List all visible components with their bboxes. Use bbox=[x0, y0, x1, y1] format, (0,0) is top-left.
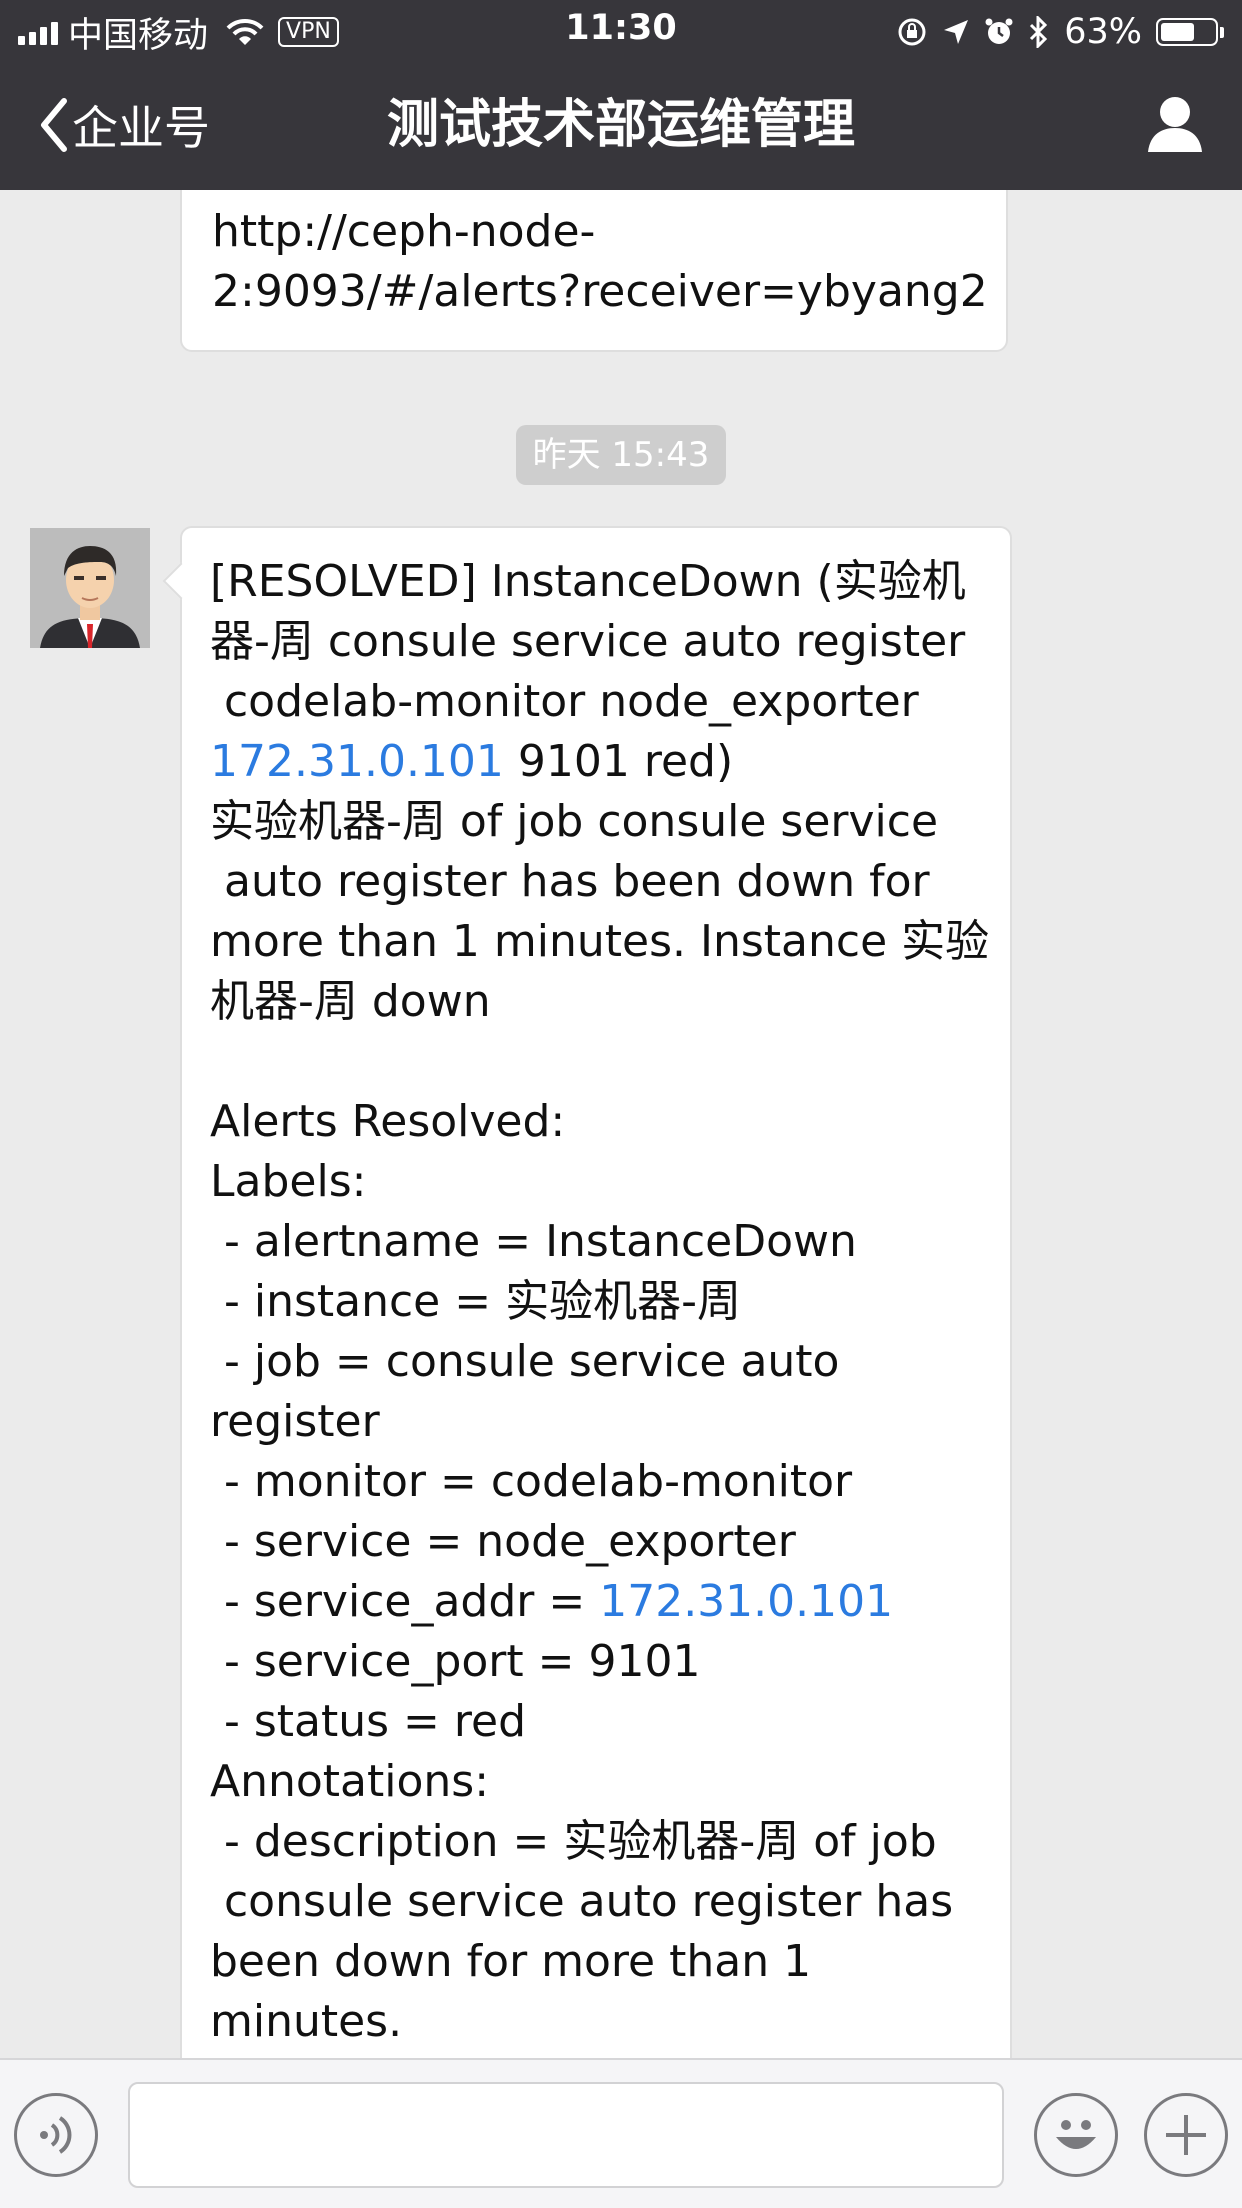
message-line: auto register has been down for bbox=[210, 856, 930, 907]
previous-message-bubble[interactable]: http://ceph-node- 2:9093/#/alerts?receiv… bbox=[180, 190, 1008, 352]
message-line: consule service auto register has bbox=[210, 1876, 954, 1927]
user-icon bbox=[1148, 97, 1202, 152]
message-line: Alerts Resolved: bbox=[210, 1096, 566, 1147]
message-line: register bbox=[210, 1396, 380, 1447]
voice-icon bbox=[40, 2116, 72, 2154]
voice-button[interactable] bbox=[14, 2093, 98, 2177]
battery-percent: 63% bbox=[1064, 12, 1142, 52]
message-timestamp: 昨天 15:43 bbox=[516, 425, 726, 485]
message-line: - instance = 实验机器-周 bbox=[210, 1276, 741, 1327]
message-line: codelab-monitor node_exporter bbox=[210, 676, 919, 727]
user-profile-button[interactable] bbox=[1146, 94, 1204, 158]
message-line: 器-周 consule service auto register bbox=[210, 616, 966, 667]
emoji-button[interactable] bbox=[1034, 2093, 1118, 2177]
message-line: 实验机器-周 of job consule service bbox=[210, 796, 939, 847]
alarm-icon bbox=[985, 18, 1013, 44]
message-line: - monitor = codelab-monitor bbox=[210, 1456, 853, 1507]
message-line: been down for more than 1 bbox=[210, 1936, 812, 1987]
message-line: - alertname = InstanceDown bbox=[210, 1216, 857, 1267]
ip-link[interactable]: 172.31.0.101 bbox=[210, 736, 504, 787]
label-prefix: - service_addr = bbox=[210, 1576, 600, 1627]
message-input[interactable] bbox=[128, 2082, 1004, 2188]
battery-fill bbox=[1161, 23, 1194, 41]
nav-bar: 企业号 测试技术部运维管理 bbox=[0, 62, 1242, 190]
message-line: Annotations: bbox=[210, 1756, 490, 1807]
message-line: - description = 实验机器-周 of job bbox=[210, 1816, 937, 1867]
message-line: - service_addr = 172.31.0.101 bbox=[210, 1572, 982, 1632]
message-line: - status = red bbox=[210, 1696, 527, 1747]
line-text: 9101 red) bbox=[503, 736, 734, 787]
message-line bbox=[210, 1032, 982, 1092]
message-line: more than 1 minutes. Instance 实验 bbox=[210, 916, 990, 967]
message-line: 2:9093/#/alerts?receiver=ybyang2 bbox=[212, 266, 988, 317]
message-line: 机器-周 down bbox=[210, 976, 491, 1027]
top-bar: 中国移动 VPN 11:30 63% 企业号 测试技术部运维管理 bbox=[0, 0, 1242, 190]
page-title: 测试技术部运维管理 bbox=[386, 95, 855, 155]
ip-link[interactable]: 172.31.0.101 bbox=[599, 1576, 893, 1627]
status-right: 63% bbox=[896, 10, 1224, 54]
message-text: [RESOLVED] InstanceDown (实验机 器-周 consule … bbox=[210, 552, 990, 2052]
location-arrow-icon bbox=[944, 20, 969, 44]
battery-icon bbox=[1156, 18, 1224, 46]
message-line: - service = node_exporter bbox=[210, 1516, 796, 1567]
status-bar: 中国移动 VPN 11:30 63% bbox=[0, 0, 1242, 62]
message-line: http://ceph-node- bbox=[212, 206, 596, 257]
message-line: 172.31.0.101 9101 red) bbox=[210, 732, 982, 792]
avatar[interactable] bbox=[30, 528, 150, 648]
message-line: - service_port = 9101 bbox=[210, 1636, 701, 1687]
input-bar bbox=[0, 2058, 1242, 2208]
message-bubble[interactable]: [RESOLVED] InstanceDown (实验机 器-周 consule … bbox=[180, 526, 1012, 2058]
plus-button[interactable] bbox=[1144, 2093, 1228, 2177]
lock-rotation-icon bbox=[898, 18, 926, 46]
bluetooth-icon bbox=[1030, 16, 1048, 48]
chat-area[interactable]: http://ceph-node- 2:9093/#/alerts?receiv… bbox=[0, 190, 1242, 2058]
message-line: minutes. bbox=[210, 1996, 403, 2047]
message-line: [RESOLVED] InstanceDown (实验机 bbox=[210, 556, 966, 607]
emoji-icon bbox=[1056, 2120, 1096, 2149]
plus-icon bbox=[1166, 2115, 1206, 2155]
message-line: - job = consule service auto bbox=[210, 1336, 840, 1387]
message-line: Labels: bbox=[210, 1156, 367, 1207]
